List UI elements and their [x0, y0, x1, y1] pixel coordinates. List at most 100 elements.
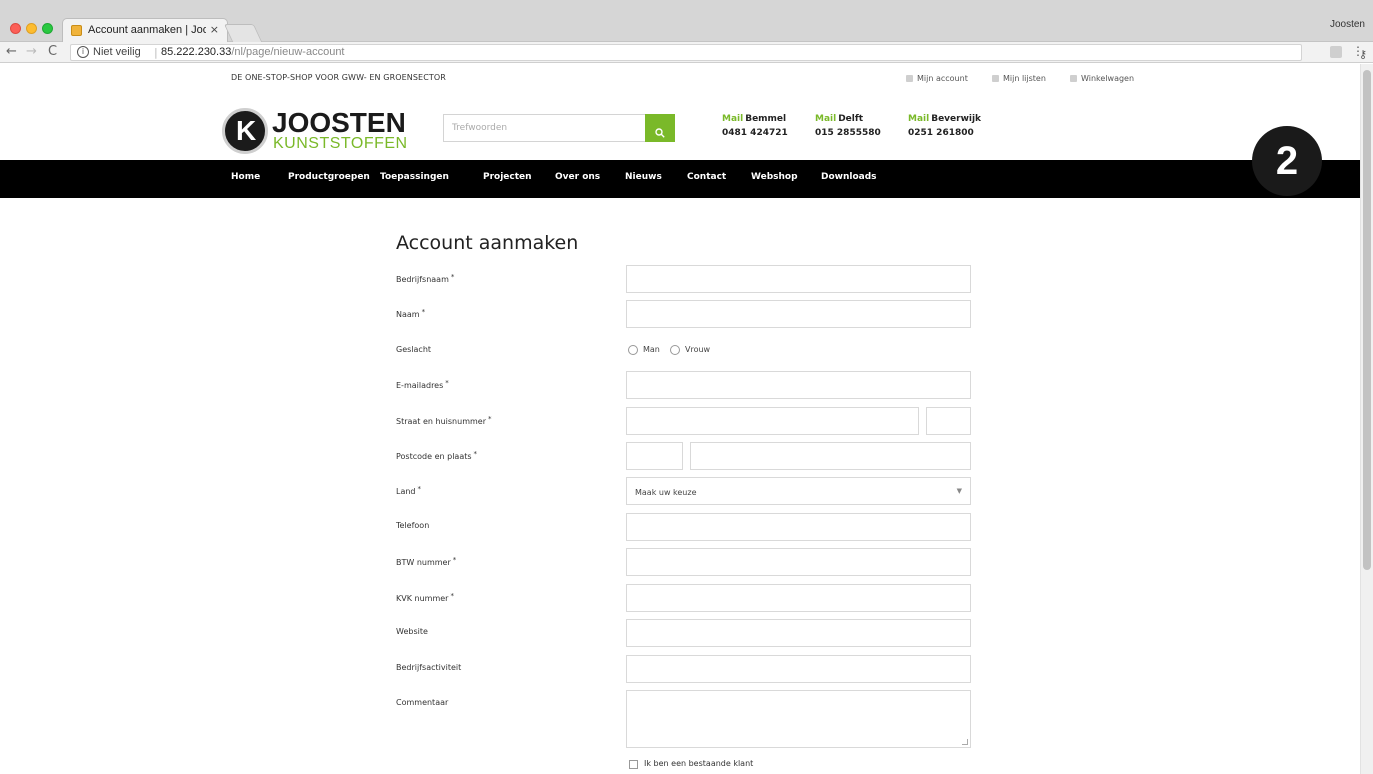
- url-path: /nl/page/nieuw-account: [231, 46, 345, 58]
- label-name: Naam *: [396, 308, 425, 319]
- label-vat: BTW nummer *: [396, 556, 456, 567]
- house-number-field[interactable]: [926, 407, 971, 435]
- company-field[interactable]: [626, 265, 971, 293]
- nav-item-projecten[interactable]: Projecten: [483, 172, 532, 182]
- nav-item-toepassingen[interactable]: Toepassingen: [380, 172, 449, 182]
- new-tab-button[interactable]: [223, 24, 263, 42]
- close-window-button[interactable]: [10, 23, 21, 34]
- nav-item-nieuws[interactable]: Nieuws: [625, 172, 662, 182]
- coc-field[interactable]: [626, 584, 971, 612]
- cart-icon: [1070, 75, 1077, 82]
- label-website: Website: [396, 627, 428, 636]
- city-field[interactable]: [690, 442, 971, 470]
- activity-field[interactable]: [626, 655, 971, 683]
- required-marker: *: [450, 592, 454, 600]
- label-comment: Commentaar: [396, 698, 449, 707]
- office-mail-link[interactable]: Mail: [815, 114, 836, 124]
- office-name: Delft: [838, 114, 864, 124]
- label-gender: Geslacht: [396, 345, 432, 354]
- nav-item-webshop[interactable]: Webshop: [751, 172, 798, 182]
- required-marker: *: [488, 415, 492, 423]
- tab-close-icon[interactable]: ×: [210, 23, 219, 36]
- required-marker: *: [473, 450, 478, 458]
- comment-textarea[interactable]: [626, 690, 971, 748]
- required-marker: *: [421, 308, 426, 316]
- label-street: Straat en huisnummer *: [396, 415, 492, 426]
- existing-customer-label[interactable]: Ik ben een bestaande klant: [644, 759, 753, 768]
- address-bar[interactable]: i Niet veilig | 85.222.230.33/nl/page/ni…: [70, 44, 1367, 61]
- street-field[interactable]: [626, 407, 919, 435]
- required-marker: *: [417, 485, 422, 493]
- search-icon: [655, 127, 665, 138]
- phone-field[interactable]: [626, 513, 971, 541]
- postcode-field[interactable]: [626, 442, 683, 470]
- nav-item-home[interactable]: Home: [231, 172, 260, 182]
- label-coc: KVK nummer *: [396, 592, 454, 603]
- gender-male-radio[interactable]: [628, 345, 638, 355]
- email-field[interactable]: [626, 371, 971, 399]
- security-label[interactable]: Niet veilig: [93, 46, 141, 58]
- label-text: E-mailadres: [396, 381, 444, 390]
- nav-item-downloads[interactable]: Downloads: [821, 172, 877, 182]
- name-field[interactable]: [626, 300, 971, 328]
- back-arrow-icon[interactable]: ←: [6, 44, 17, 60]
- maximize-window-button[interactable]: [42, 23, 53, 34]
- url-text[interactable]: 85.222.230.33/nl/page/nieuw-account: [161, 46, 345, 58]
- website-field[interactable]: [626, 619, 971, 647]
- logo-mark: K: [222, 108, 268, 154]
- label-text: Bedrijfsnaam: [396, 275, 449, 284]
- office-name-row: Mail Bemmel: [722, 114, 812, 124]
- page-scrollbar[interactable]: [1360, 64, 1373, 774]
- vat-field[interactable]: [626, 548, 971, 576]
- nav-item-over-ons[interactable]: Over ons: [555, 172, 600, 182]
- cart-label: Winkelwagen: [1081, 74, 1135, 83]
- minimize-window-button[interactable]: [26, 23, 37, 34]
- profile-name[interactable]: Joosten: [1330, 19, 1365, 30]
- search-input[interactable]: [443, 114, 646, 142]
- gender-female-radio[interactable]: [670, 345, 680, 355]
- country-select[interactable]: Maak uw keuze ▼: [626, 477, 971, 505]
- browser-tab-bar: Account aanmaken | Joosten K × Joosten: [0, 0, 1373, 42]
- browser-menu-icon[interactable]: ⋮: [1352, 44, 1364, 58]
- office-phone[interactable]: 0481 424721: [722, 128, 812, 138]
- my-lists-link[interactable]: Mijn lijsten: [992, 74, 1046, 83]
- required-marker: *: [450, 273, 455, 281]
- browser-toolbar: ← → C i Niet veilig | 85.222.230.33/nl/p…: [0, 42, 1373, 63]
- office-delft: Mail Delft 015 2855580: [815, 114, 905, 138]
- gender-female-label[interactable]: Vrouw: [685, 345, 710, 354]
- web-page: DE ONE-STOP-SHOP VOOR GWW- EN GROENSECTO…: [0, 64, 1360, 774]
- office-mail-link[interactable]: Mail: [722, 114, 743, 124]
- label-text: Land: [396, 487, 416, 496]
- scrollbar-thumb[interactable]: [1363, 70, 1371, 570]
- resize-handle-icon[interactable]: [962, 739, 968, 745]
- main-navigation: Home Productgroepen Toepassingen Project…: [0, 160, 1360, 198]
- office-phone[interactable]: 0251 261800: [908, 128, 998, 138]
- label-country: Land *: [396, 485, 421, 496]
- chevron-down-icon: ▼: [956, 487, 962, 495]
- label-activity: Bedrijfsactiviteit: [396, 663, 462, 672]
- label-email: E-mailadres *: [396, 379, 449, 390]
- gender-male-label[interactable]: Man: [643, 345, 660, 354]
- office-name: Bemmel: [745, 114, 787, 124]
- office-phone[interactable]: 015 2855580: [815, 128, 905, 138]
- nav-item-productgroepen[interactable]: Productgroepen: [288, 172, 370, 182]
- url-host: 85.222.230.33: [161, 46, 232, 58]
- label-text: KVK nummer: [396, 594, 449, 603]
- my-account-link[interactable]: Mijn account: [906, 74, 968, 83]
- cart-link[interactable]: Winkelwagen: [1070, 74, 1134, 83]
- office-mail-link[interactable]: Mail: [908, 114, 929, 124]
- site-logo[interactable]: K JOOSTEN KUNSTSTOFFEN: [222, 108, 407, 156]
- logo-wordmark: JOOSTEN: [272, 107, 406, 138]
- extension-icon[interactable]: [1330, 46, 1342, 58]
- browser-tab-active[interactable]: Account aanmaken | Joosten K ×: [62, 18, 228, 42]
- search-button[interactable]: [645, 114, 675, 142]
- forward-arrow-icon[interactable]: →: [26, 44, 37, 60]
- logo-subtitle: KUNSTSTOFFEN: [273, 135, 408, 152]
- info-icon[interactable]: i: [77, 46, 89, 58]
- reload-icon[interactable]: C: [48, 44, 57, 60]
- site-slogan: DE ONE-STOP-SHOP VOOR GWW- EN GROENSECTO…: [231, 73, 446, 82]
- office-beverwijk: Mail Beverwijk 0251 261800: [908, 114, 998, 138]
- nav-item-contact[interactable]: Contact: [687, 172, 726, 182]
- page-title: Account aanmaken: [396, 232, 579, 254]
- existing-customer-checkbox[interactable]: [629, 760, 638, 769]
